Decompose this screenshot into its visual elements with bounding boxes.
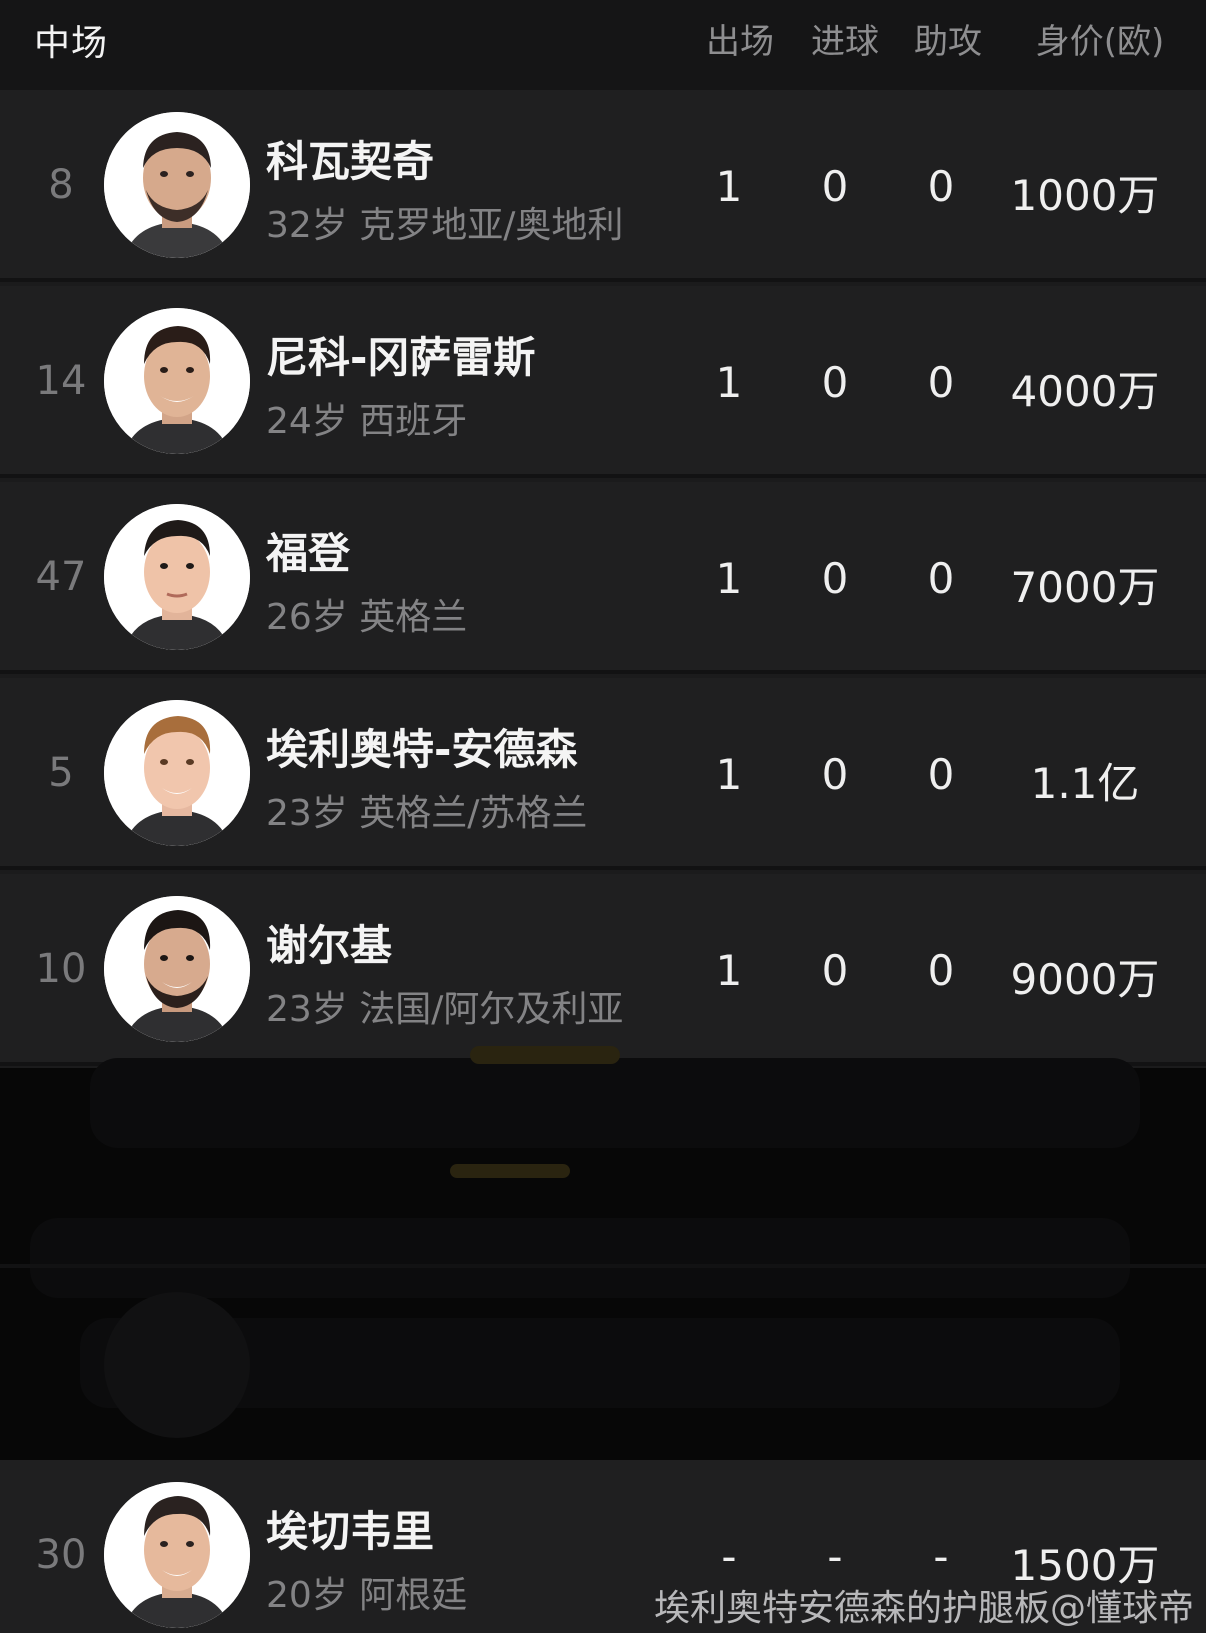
stat-goals: 0 (821, 358, 849, 407)
section-title: 中场 (34, 23, 109, 64)
shirt-number: 30 (35, 1532, 87, 1578)
stat-goals: 0 (821, 554, 849, 603)
redacted-avatar (104, 1292, 250, 1438)
player-age-nationality: 32岁 克罗地亚/奥地利 (266, 205, 624, 246)
stat-assists: 0 (927, 946, 955, 995)
stat-assists: - (933, 1532, 949, 1581)
shirt-number: 14 (35, 358, 87, 404)
player-row[interactable]: 10 谢尔基 23岁 法国/阿尔及利亚 1 0 0 9000万 (0, 874, 1206, 1066)
player-name: 埃利奥特-安德森 (266, 725, 578, 774)
stat-market-value: 9000万 (1010, 955, 1160, 1004)
redaction-stroke (30, 1218, 1130, 1298)
stat-goals: - (827, 1532, 843, 1581)
player-name: 尼科-冈萨雷斯 (266, 333, 536, 382)
redaction-highlight (450, 1164, 570, 1178)
player-photo-icon (104, 504, 250, 650)
stat-assists: 0 (927, 750, 955, 799)
redaction-highlight (470, 1046, 620, 1064)
stat-apps: 1 (715, 750, 743, 799)
stat-assists: 0 (927, 162, 955, 211)
player-age-nationality: 26岁 英格兰 (266, 597, 468, 638)
player-avatar[interactable] (104, 308, 250, 454)
shirt-number: 8 (48, 162, 74, 208)
watermark-text: 埃利奥特安德森的护腿板@懂球帝 (653, 1588, 1194, 1629)
stat-market-value: 1000万 (1010, 171, 1160, 220)
row-divider (0, 1264, 1206, 1268)
stat-assists: 0 (927, 554, 955, 603)
stat-goals: 0 (821, 750, 849, 799)
player-row[interactable]: 8 科瓦契奇 32岁 克罗地亚/奥地利 1 0 0 1000万 (0, 90, 1206, 282)
player-avatar[interactable] (104, 1482, 250, 1628)
column-header-goals[interactable]: 进球 (800, 14, 890, 63)
player-photo-icon (104, 896, 250, 1042)
stat-apps: 1 (715, 162, 743, 211)
column-header-apps[interactable]: 出场 (700, 14, 780, 63)
stat-apps: 1 (715, 358, 743, 407)
redacted-rows-overlay (0, 1046, 1206, 1460)
stat-apps: 1 (715, 946, 743, 995)
player-age-nationality: 23岁 法国/阿尔及利亚 (266, 989, 624, 1030)
stat-market-value: 7000万 (1010, 563, 1160, 612)
stat-market-value: 4000万 (1010, 367, 1160, 416)
shirt-number: 10 (35, 946, 87, 992)
player-name: 埃切韦里 (266, 1507, 435, 1556)
column-header-value[interactable]: 身价(欧) (1010, 14, 1190, 63)
player-avatar[interactable] (104, 700, 250, 846)
stat-assists: 0 (927, 358, 955, 407)
stat-goals: 0 (821, 946, 849, 995)
player-name: 科瓦契奇 (266, 137, 435, 186)
stat-market-value: 1.1亿 (1030, 759, 1140, 808)
player-photo-icon (104, 112, 250, 258)
shirt-number: 5 (48, 750, 74, 796)
player-photo-icon (104, 700, 250, 846)
stat-goals: 0 (821, 162, 849, 211)
player-photo-icon (104, 308, 250, 454)
player-photo-icon (104, 1482, 250, 1628)
player-age-nationality: 20岁 阿根廷 (266, 1575, 468, 1616)
shirt-number: 47 (35, 554, 87, 600)
player-name: 福登 (266, 529, 351, 578)
stat-apps: - (721, 1532, 737, 1581)
player-row[interactable]: 14 尼科-冈萨雷斯 24岁 西班牙 1 0 0 4000万 (0, 286, 1206, 478)
player-row[interactable]: 47 福登 26岁 英格兰 1 0 0 7000万 (0, 482, 1206, 674)
player-avatar[interactable] (104, 112, 250, 258)
column-header-assists[interactable]: 助攻 (903, 14, 993, 63)
player-name: 谢尔基 (266, 921, 393, 970)
player-avatar[interactable] (104, 504, 250, 650)
stat-apps: 1 (715, 554, 743, 603)
table-header: 中场 出场 进球 助攻 身价(欧) (0, 0, 1206, 90)
player-avatar[interactable] (104, 896, 250, 1042)
redaction-stroke (90, 1058, 1140, 1148)
player-age-nationality: 24岁 西班牙 (266, 401, 468, 442)
player-age-nationality: 23岁 英格兰/苏格兰 (266, 793, 588, 834)
player-row[interactable]: 5 埃利奥特-安德森 23岁 英格兰/苏格兰 1 0 0 1.1亿 (0, 678, 1206, 870)
